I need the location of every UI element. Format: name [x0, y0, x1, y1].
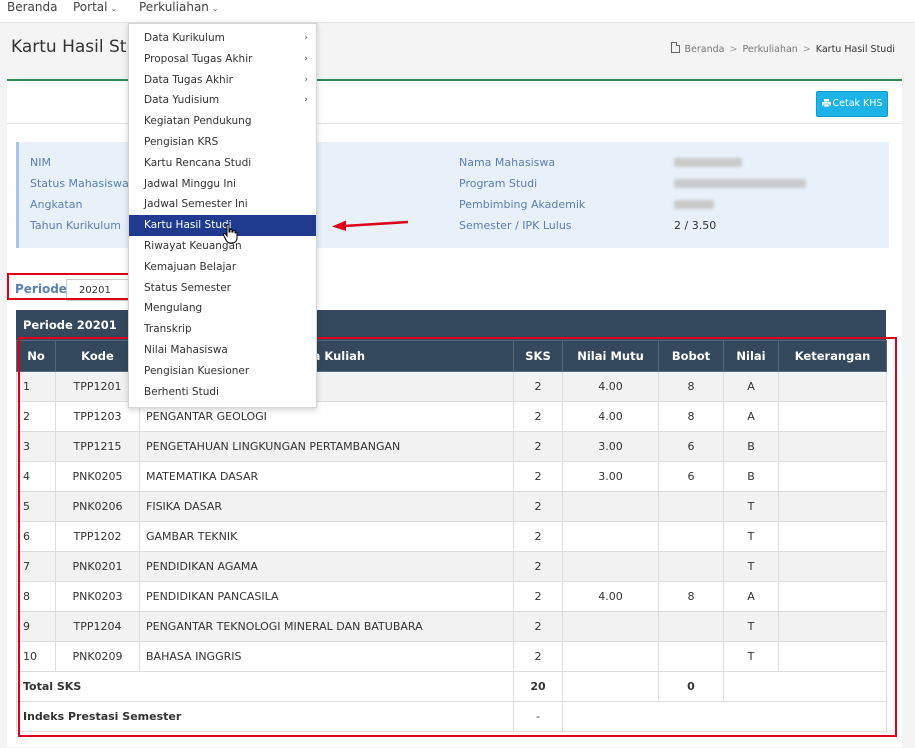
- print-khs-label: Cetak KHS: [832, 98, 883, 109]
- menu-item-label: Status Semester: [144, 281, 231, 294]
- breadcrumb-home[interactable]: Beranda: [685, 44, 725, 55]
- menu-item-data-yudisium[interactable]: Data Yudisium ›: [129, 90, 316, 111]
- menu-item-label: Kegiatan Pendukung: [144, 115, 252, 128]
- menu-item-pengisian-krs[interactable]: Pengisian KRS: [129, 132, 316, 153]
- breadcrumb: Beranda > Perkuliahan > Kartu Hasil Studi: [670, 42, 895, 55]
- chevron-right-icon: ›: [304, 74, 308, 85]
- menu-item-label: Transkrip: [144, 323, 192, 336]
- nav-portal-label: Portal: [73, 0, 108, 14]
- menu-item-kemajuan-belajar[interactable]: Kemajuan Belajar: [129, 257, 316, 278]
- nav-beranda-label: Beranda: [7, 0, 58, 14]
- kurikulum-label: Tahun Kurikulum: [30, 219, 122, 232]
- menu-item-label: Data Tugas Akhir: [144, 73, 233, 86]
- menu-item-label: Proposal Tugas Akhir: [144, 52, 253, 65]
- printer-icon: [821, 99, 831, 108]
- print-khs-button[interactable]: Cetak KHS: [816, 91, 888, 117]
- semester-ipk-label: Semester / IPK Lulus: [459, 219, 572, 232]
- breadcrumb-separator: >: [802, 44, 811, 55]
- nim-label: NIM: [30, 156, 51, 169]
- menu-item-transkrip[interactable]: Transkrip: [129, 319, 316, 340]
- perkuliahan-dropdown-menu: Data Kurikulum › Proposal Tugas Akhir › Data…: [128, 23, 317, 408]
- prodi-label: Program Studi: [459, 177, 538, 190]
- nav-perkuliahan-label: Perkuliahan: [139, 0, 209, 14]
- menu-item-jadwal-semester-ini-mahasiswa[interactable]: Jadwal Semester Ini (mahasiswa): [129, 194, 316, 231]
- status-label: Status Mahasiswa: [30, 177, 129, 190]
- menu-item-kegiatan-pendukung[interactable]: Kegiatan Pendukung: [129, 111, 316, 132]
- menu-item-label: Mengulang: [144, 302, 203, 315]
- pembimbing-label: Pembimbing Akademik: [459, 198, 586, 211]
- document-icon: [670, 42, 680, 53]
- menu-item-pengisian-kuesioner[interactable]: Pengisian Kuesioner: [129, 361, 316, 382]
- chevron-right-icon: ›: [304, 33, 308, 43]
- menu-item-nilai-mahasiswa[interactable]: Nilai Mahasiswa: [129, 340, 316, 361]
- menu-item-label: Data Kurikulum: [144, 32, 225, 44]
- menu-item-data-tugas-akhir[interactable]: Data Tugas Akhir ›: [129, 70, 316, 91]
- menu-item-jadwal-minggu-ini[interactable]: Jadwal Minggu Ini: [129, 174, 316, 195]
- menu-item-kartu-rencana-studi[interactable]: Kartu Rencana Studi: [129, 153, 316, 174]
- angkatan-label: Angkatan: [30, 198, 83, 211]
- nama-label: Nama Mahasiswa: [459, 156, 556, 169]
- prodi-value-redacted: [674, 179, 806, 188]
- menu-item-label: Data Yudisium: [144, 94, 220, 107]
- nav-beranda[interactable]: Beranda: [7, 0, 57, 16]
- menu-item-label: Jadwal Minggu Ini: [144, 177, 237, 190]
- nav-perkuliahan[interactable]: Perkuliahan ⌄: [139, 0, 219, 16]
- menu-item-label: Kartu Hasil Studi: [144, 219, 232, 232]
- menu-item-mengulang[interactable]: Mengulang: [129, 298, 316, 319]
- menu-item-label: Kemajuan Belajar: [144, 260, 237, 273]
- breadcrumb-separator: >: [729, 44, 738, 55]
- breadcrumb-current: Kartu Hasil Studi: [815, 44, 895, 55]
- annotation-highlight-periode: [7, 273, 136, 300]
- chevron-right-icon: ›: [304, 53, 308, 64]
- annotation-arrow-icon: [332, 220, 409, 231]
- chevron-right-icon: ›: [304, 95, 308, 106]
- chevron-down-icon: ⌄: [211, 4, 219, 13]
- menu-item-status-semester[interactable]: Status Semester: [129, 278, 316, 299]
- menu-item-proposal-tugas-akhir[interactable]: Proposal Tugas Akhir ›: [129, 49, 316, 70]
- breadcrumb-perkuliahan[interactable]: Perkuliahan: [742, 44, 797, 55]
- chevron-down-icon: ⌄: [110, 4, 118, 13]
- semester-ipk-value: 2 / 3.50: [674, 219, 717, 232]
- nav-portal[interactable]: Portal ⌄: [73, 0, 117, 16]
- menu-item-label: Pengisian Kuesioner: [144, 364, 250, 377]
- menu-item-label: Berhenti Studi: [144, 385, 219, 398]
- hand-cursor-icon: [222, 224, 238, 244]
- menu-item-label: Kartu Rencana Studi: [144, 156, 252, 169]
- pembimbing-value-redacted: [674, 200, 714, 209]
- menu-item-label: Nilai Mahasiswa: [144, 344, 228, 356]
- menu-item-label: Pengisian KRS: [144, 136, 219, 148]
- nama-value-redacted: [674, 158, 742, 167]
- menu-item-data-kurikulum[interactable]: Data Kurikulum ›: [129, 28, 316, 49]
- menu-item-berhenti-studi[interactable]: Berhenti Studi: [129, 382, 316, 403]
- top-navbar: Beranda Portal ⌄ Perkuliahan ⌄: [0, 0, 915, 23]
